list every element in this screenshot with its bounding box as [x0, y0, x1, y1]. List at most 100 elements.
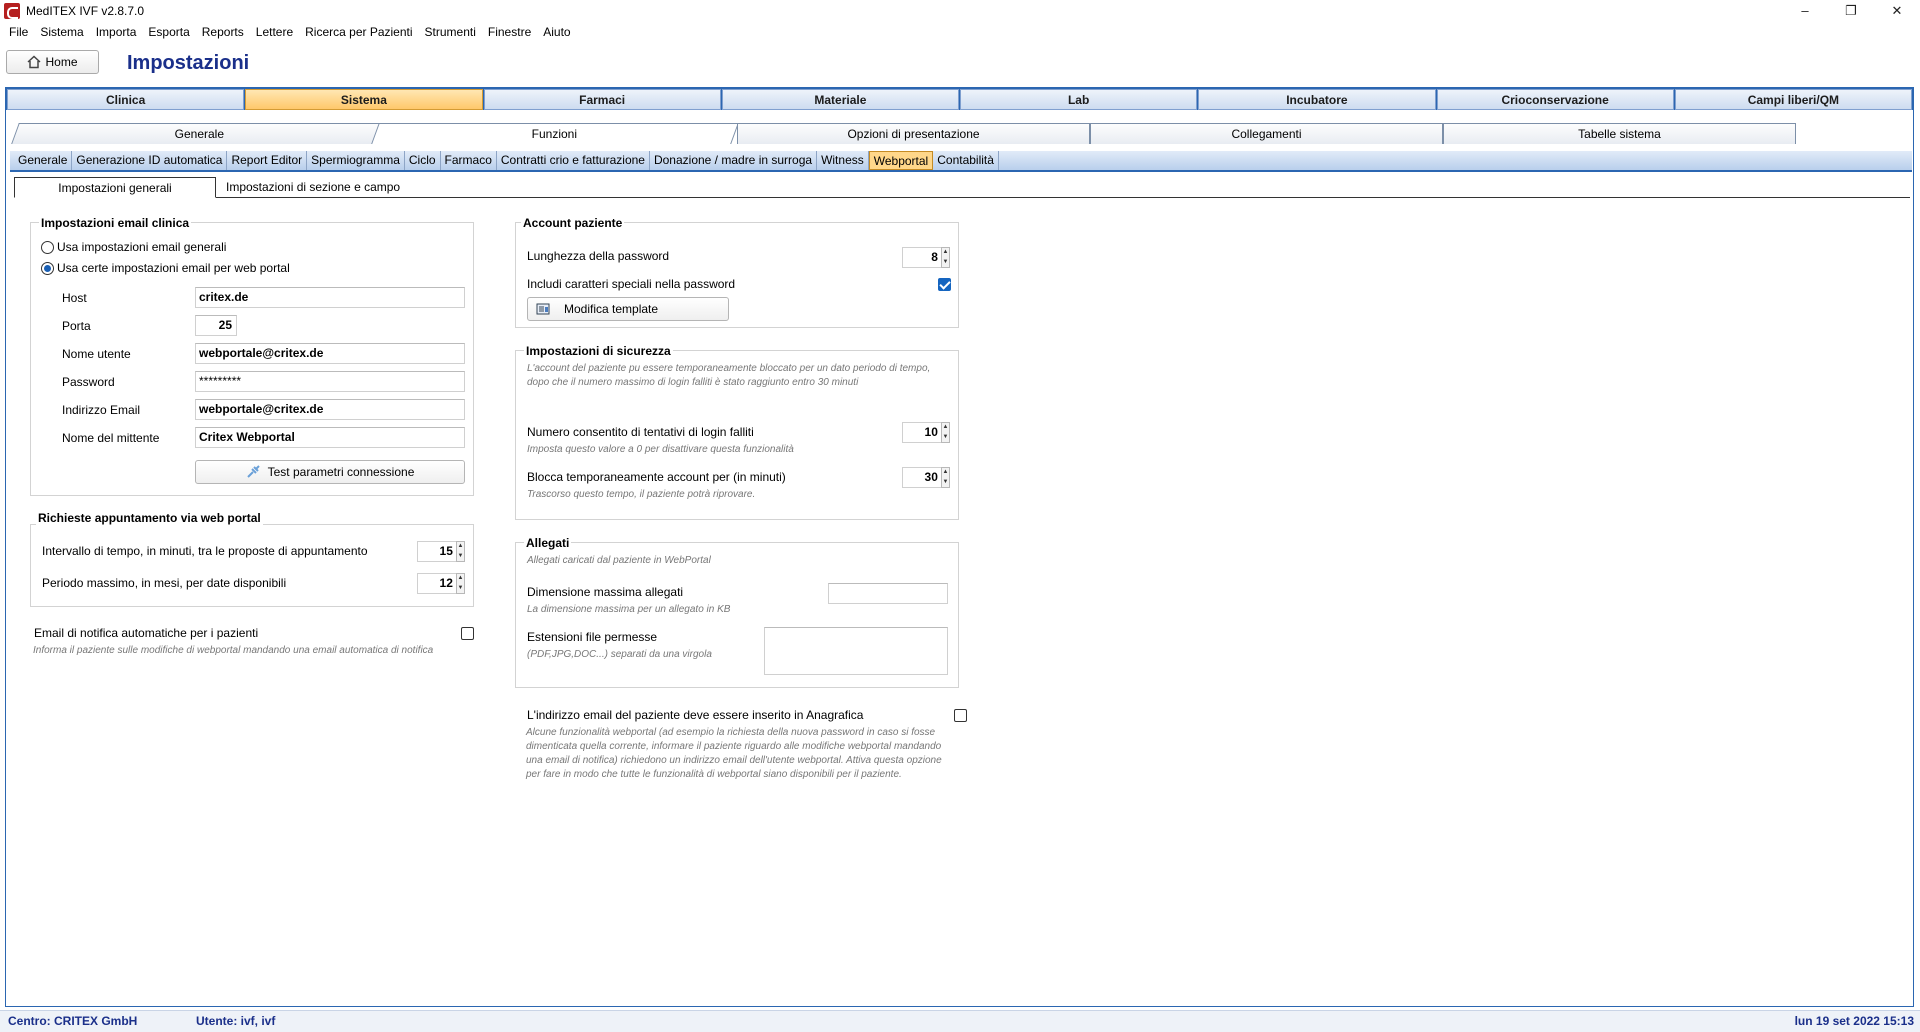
tab-tabelle-sistema[interactable]: Tabelle sistema	[1443, 123, 1796, 144]
attempts-value[interactable]: 10	[902, 422, 941, 443]
tab-impostazioni-sezione[interactable]: Impostazioni di sezione e campo	[226, 177, 426, 198]
menu-sistema[interactable]: Sistema	[34, 22, 89, 42]
minimize-button[interactable]: –	[1782, 0, 1828, 22]
menu-ricerca-pazienti[interactable]: Ricerca per Pazienti	[299, 22, 418, 42]
spin-up-icon[interactable]: ▲	[456, 542, 464, 552]
tab-webportal[interactable]: Webportal	[868, 151, 934, 170]
tab-contratti-crio[interactable]: Contratti crio e fatturazione	[497, 151, 650, 170]
modify-template-button[interactable]: Modifica template	[527, 297, 729, 321]
radio-general-email-label: Usa impostazioni email generali	[57, 240, 227, 254]
spin-up-icon[interactable]: ▲	[941, 423, 949, 433]
lock-value[interactable]: 30	[902, 467, 941, 488]
pw-length-label: Lunghezza della password	[527, 249, 670, 263]
radio-webportal-email[interactable]	[41, 262, 54, 275]
home-button[interactable]: Home	[6, 50, 99, 74]
menu-finestre[interactable]: Finestre	[482, 22, 537, 42]
test-connection-label: Test parametri connessione	[267, 465, 415, 479]
tab-report-editor[interactable]: Report Editor	[227, 151, 308, 170]
password-field[interactable]: *********	[195, 371, 465, 392]
tab-generazione-id[interactable]: Generazione ID automatica	[72, 151, 228, 170]
menu-importa[interactable]: Importa	[90, 22, 143, 42]
tab-contabilita[interactable]: Contabilità	[933, 151, 999, 170]
user-field[interactable]: webportale@critex.de	[195, 343, 465, 364]
menu-aiuto[interactable]: Aiuto	[537, 22, 576, 42]
extensions-label: Estensioni file permesse	[527, 630, 658, 644]
period-value[interactable]: 12	[417, 573, 456, 594]
radio-general-email[interactable]	[41, 241, 54, 254]
tab-sistema[interactable]: Sistema	[245, 89, 483, 110]
tab-generale-l2[interactable]: Generale	[14, 151, 73, 170]
sender-field[interactable]: Critex Webportal	[195, 427, 465, 448]
tab-farmaco[interactable]: Farmaco	[441, 151, 497, 170]
menu-lettere[interactable]: Lettere	[250, 22, 299, 42]
lock-stepper[interactable]: 30 ▲ ▼	[902, 467, 950, 488]
host-label: Host	[62, 291, 87, 305]
menu-strumenti[interactable]: Strumenti	[419, 22, 482, 42]
spin-down-icon[interactable]: ▼	[456, 583, 464, 593]
spin-down-icon[interactable]: ▼	[456, 551, 464, 561]
tab-collegamenti[interactable]: Collegamenti	[1090, 123, 1443, 144]
menu-esporta[interactable]: Esporta	[142, 22, 195, 42]
extensions-field[interactable]	[764, 627, 948, 675]
attachments-title: Allegati	[524, 536, 572, 550]
tab-funzioni[interactable]: Funzioni	[371, 123, 739, 144]
special-chars-label: Includi caratteri speciali nella passwor…	[527, 277, 736, 291]
tab-donazione[interactable]: Donazione / madre in surroga	[650, 151, 818, 170]
app-logo-icon	[4, 3, 20, 19]
restore-button[interactable]: ❐	[1828, 0, 1874, 22]
email-field[interactable]: webportale@critex.de	[195, 399, 465, 420]
notify-checkbox[interactable]	[461, 627, 474, 640]
special-chars-checkbox[interactable]	[938, 278, 951, 291]
sender-label: Nome del mittente	[62, 431, 160, 445]
test-connection-button[interactable]: Test parametri connessione	[195, 460, 465, 484]
appointments-group	[30, 524, 474, 607]
attachments-hint: Allegati caricati dal paziente in WebPor…	[527, 555, 711, 566]
interval-stepper[interactable]: 15 ▲ ▼	[417, 541, 465, 562]
status-bar: Centro: CRITEX GmbH Utente: ivf, ivf lun…	[0, 1010, 1920, 1032]
max-size-field[interactable]	[828, 583, 948, 604]
tab-farmaci[interactable]: Farmaci	[483, 89, 721, 110]
email-required-label: L'indirizzo email del paziente deve esse…	[527, 708, 864, 722]
port-field[interactable]: 25	[195, 315, 237, 336]
spin-up-icon[interactable]: ▲	[941, 248, 949, 258]
spin-down-icon[interactable]: ▼	[941, 477, 949, 487]
tab-crioconservazione[interactable]: Crioconservazione	[1436, 89, 1674, 110]
plug-icon	[246, 465, 260, 478]
tab-clinica[interactable]: Clinica	[7, 89, 245, 110]
status-centro: Centro: CRITEX GmbH	[8, 1014, 138, 1028]
host-field[interactable]: critex.de	[195, 287, 465, 308]
subtabs-level2: Generale Generazione ID automatica Repor…	[10, 151, 1912, 172]
tab-generale-l1-label: Generale	[174, 127, 225, 141]
attempts-label: Numero consentito di tentativi di login …	[527, 425, 754, 439]
tab-incubatore[interactable]: Incubatore	[1198, 89, 1436, 110]
email-required-checkbox[interactable]	[954, 709, 967, 722]
tab-impostazioni-generali[interactable]: Impostazioni generali	[14, 177, 216, 198]
interval-label: Intervallo di tempo, in minuti, tra le p…	[42, 544, 368, 558]
port-label: Porta	[62, 319, 91, 333]
spin-up-icon[interactable]: ▲	[941, 468, 949, 478]
pw-length-stepper[interactable]: 8 ▲ ▼	[902, 247, 950, 268]
security-title: Impostazioni di sicurezza	[524, 344, 673, 358]
menu-reports[interactable]: Reports	[196, 22, 250, 42]
tab-generale-l1[interactable]: Generale	[11, 123, 389, 144]
pw-length-value[interactable]: 8	[902, 247, 941, 268]
interval-value[interactable]: 15	[417, 541, 456, 562]
tab-lab[interactable]: Lab	[960, 89, 1198, 110]
tab-opzioni-presentazione[interactable]: Opzioni di presentazione	[737, 123, 1090, 144]
status-utente: Utente: ivf, ivf	[196, 1014, 276, 1028]
spin-down-icon[interactable]: ▼	[941, 257, 949, 267]
tab-spermiogramma[interactable]: Spermiogramma	[307, 151, 405, 170]
template-icon	[536, 303, 550, 315]
tab-campi-liberi[interactable]: Campi liberi/QM	[1674, 89, 1912, 110]
tab-materiale[interactable]: Materiale	[721, 89, 959, 110]
close-button[interactable]: ✕	[1874, 0, 1920, 22]
attempts-stepper[interactable]: 10 ▲ ▼	[902, 422, 950, 443]
tab-witness[interactable]: Witness	[817, 151, 869, 170]
period-stepper[interactable]: 12 ▲ ▼	[417, 573, 465, 594]
menu-file[interactable]: File	[3, 22, 34, 42]
menu-bar: File Sistema Importa Esporta Reports Let…	[0, 22, 1920, 42]
main-tabs: Clinica Sistema Farmaci Materiale Lab In…	[5, 87, 1914, 110]
spin-down-icon[interactable]: ▼	[941, 432, 949, 442]
tab-ciclo[interactable]: Ciclo	[405, 151, 441, 170]
spin-up-icon[interactable]: ▲	[456, 574, 464, 584]
